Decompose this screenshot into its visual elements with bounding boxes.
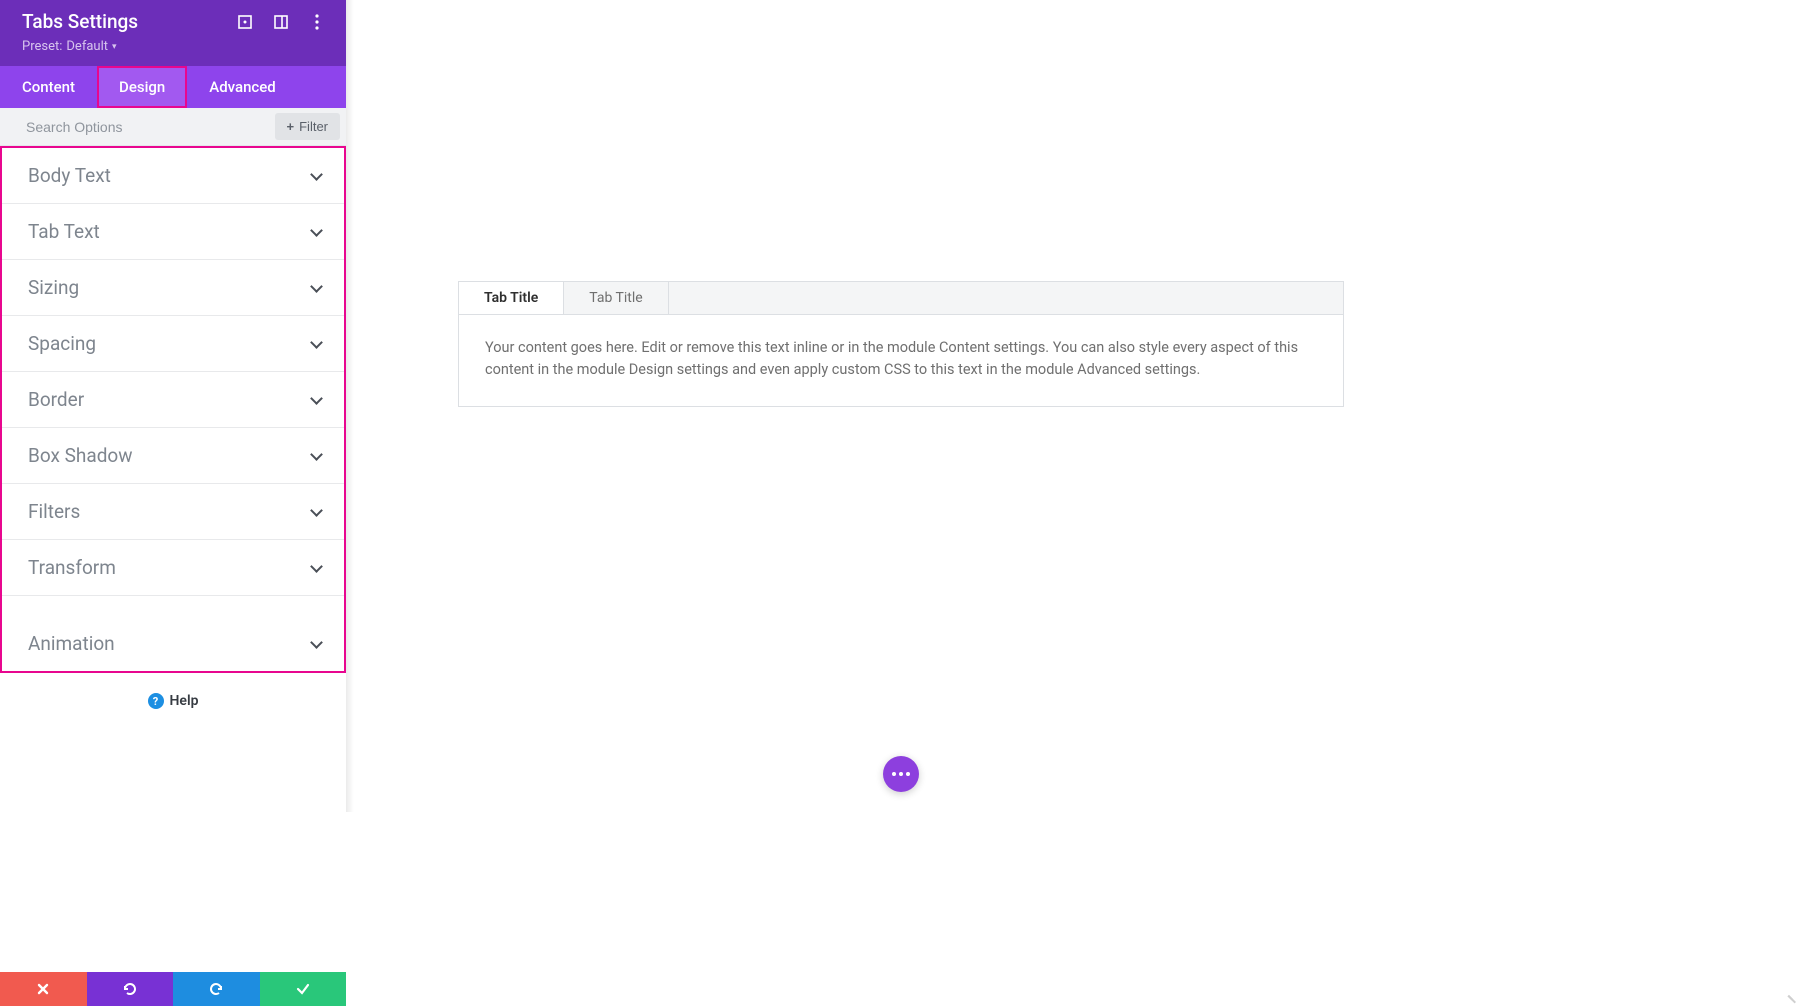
preset-value: Default [66, 39, 108, 54]
resize-handle-icon[interactable] [1784, 990, 1798, 1004]
settings-panel: Tabs Settings Preset: Default ▾ Content … [0, 0, 346, 812]
tab-content[interactable]: Content [0, 66, 97, 108]
chevron-down-icon [310, 506, 322, 518]
redo-button[interactable] [173, 972, 260, 1006]
filter-label: Filter [299, 119, 328, 134]
option-tab-text[interactable]: Tab Text [2, 204, 344, 260]
option-label: Body Text [28, 164, 111, 187]
option-body-text[interactable]: Body Text [2, 148, 344, 204]
search-row: + Filter [0, 108, 346, 146]
save-button[interactable] [260, 972, 347, 1006]
chevron-down-icon [310, 338, 322, 350]
tab-design[interactable]: Design [97, 66, 187, 108]
chevron-down-icon [310, 562, 322, 574]
preview-tab-2[interactable]: Tab Title [564, 282, 668, 314]
panel-title-icons [236, 13, 326, 31]
dots-icon [892, 772, 910, 776]
panel-tabs: Content Design Advanced [0, 66, 346, 108]
preset-selector[interactable]: Preset: Default ▾ [0, 35, 346, 66]
option-label: Filters [28, 500, 80, 523]
option-filters[interactable]: Filters [2, 484, 344, 540]
undo-button[interactable] [87, 972, 174, 1006]
option-label: Sizing [28, 276, 79, 299]
fab-more-button[interactable] [883, 756, 919, 792]
option-label: Spacing [28, 332, 96, 355]
expand-icon[interactable] [236, 13, 254, 31]
preview-body[interactable]: Your content goes here. Edit or remove t… [458, 315, 1344, 407]
preview-module: Tab Title Tab Title Your content goes he… [458, 281, 1344, 407]
help-button[interactable]: ? Help [0, 673, 346, 719]
help-label: Help [170, 693, 199, 709]
option-label: Animation [28, 632, 115, 655]
chevron-down-icon [310, 638, 322, 650]
layout-icon[interactable] [272, 13, 290, 31]
option-transform[interactable]: Transform [2, 540, 344, 596]
preview-tabs: Tab Title Tab Title [458, 281, 1344, 315]
option-sizing[interactable]: Sizing [2, 260, 344, 316]
help-icon: ? [148, 693, 164, 709]
plus-icon: + [287, 119, 295, 134]
tab-advanced[interactable]: Advanced [187, 66, 297, 108]
option-spacing[interactable]: Spacing [2, 316, 344, 372]
panel-title-row: Tabs Settings [0, 0, 346, 35]
chevron-down-icon [310, 394, 322, 406]
chevron-down-icon [310, 170, 322, 182]
panel-header: Tabs Settings Preset: Default ▾ Content … [0, 0, 346, 108]
option-box-shadow[interactable]: Box Shadow [2, 428, 344, 484]
option-label: Transform [28, 556, 116, 579]
cancel-button[interactable] [0, 972, 87, 1006]
chevron-down-icon [310, 450, 322, 462]
chevron-down-icon [310, 282, 322, 294]
preview-tab-1[interactable]: Tab Title [459, 282, 564, 314]
options-list: Body Text Tab Text Sizing Spacing Border… [0, 146, 346, 673]
option-label: Border [28, 388, 84, 411]
option-label: Box Shadow [28, 444, 133, 467]
footer-bar [0, 972, 346, 1006]
search-input[interactable] [0, 109, 269, 145]
panel-title: Tabs Settings [22, 10, 138, 33]
chevron-down-icon [310, 226, 322, 238]
preset-label: Preset: [22, 39, 62, 54]
option-border[interactable]: Border [2, 372, 344, 428]
option-animation[interactable]: Animation [2, 616, 344, 671]
more-icon[interactable] [308, 13, 326, 31]
dropdown-caret-icon: ▾ [112, 42, 117, 52]
option-label: Tab Text [28, 220, 100, 243]
panel-shadow [346, 0, 354, 812]
filter-button[interactable]: + Filter [275, 113, 340, 140]
